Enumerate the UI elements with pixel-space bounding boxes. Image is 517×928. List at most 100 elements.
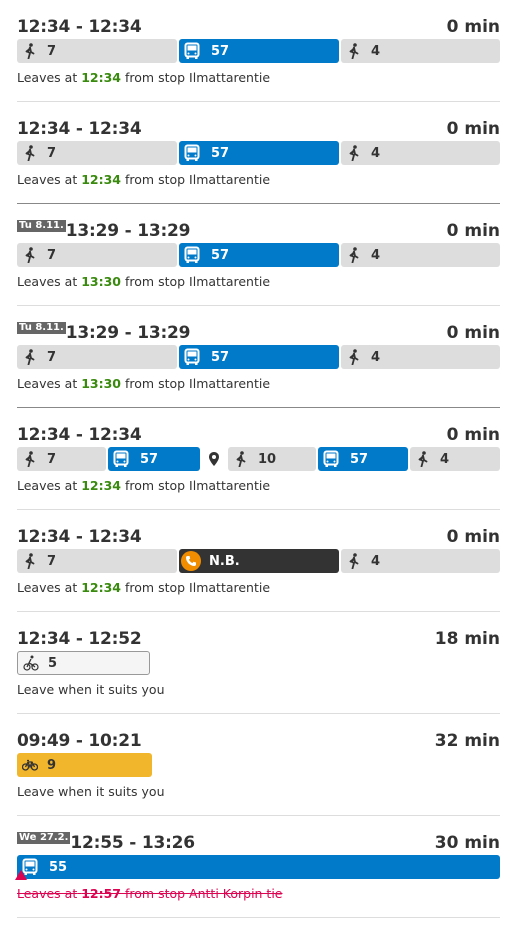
leg-walk: 7 (17, 447, 106, 471)
leg-label: 7 (47, 553, 57, 569)
departure-info-cancelled: Leaves at 12:57 from stop Antti Korpin t… (17, 886, 283, 901)
walk-icon (19, 549, 41, 573)
leg-citybike: 9 (17, 753, 152, 777)
walk-icon (343, 141, 365, 165)
legs-bar: 7 57 4 (17, 39, 500, 63)
departure-info: Leave when it suits you (17, 784, 165, 799)
legs-bar: 55 (17, 855, 500, 879)
duration: 0 min (446, 527, 500, 547)
time-range: 13:29 - 13:29 (65, 221, 191, 241)
leg-label: 7 (47, 349, 57, 365)
leg-label: 57 (211, 349, 230, 365)
duration: 0 min (446, 323, 500, 343)
leg-bus: 57 (179, 243, 339, 267)
leg-label: 57 (211, 247, 230, 263)
leg-walk: 4 (410, 447, 500, 471)
itinerary-summary[interactable]: 12:34 - 12:34 0 min 7 57 10 57 4 Leaves … (17, 408, 500, 510)
legs-bar: 7 57 4 (17, 243, 500, 267)
leg-bicycle: 5 (17, 651, 150, 675)
walk-icon (19, 141, 41, 165)
leg-label: 7 (47, 451, 57, 467)
itinerary-summary[interactable]: 12:34 - 12:52 18 min 5 Leave when it sui… (17, 612, 500, 714)
bus-icon (181, 243, 203, 267)
phone-icon (181, 551, 201, 571)
leg-label: 10 (258, 451, 277, 467)
walk-icon (343, 39, 365, 63)
duration: 32 min (434, 731, 500, 751)
stop-name: Ilmattarentie (189, 70, 271, 85)
duration: 18 min (434, 629, 500, 649)
itinerary-summary[interactable]: Tu 8.11. 13:29 - 13:29 0 min 7 57 4 Leav… (17, 204, 500, 306)
bus-icon (320, 447, 342, 471)
bus-icon (181, 141, 203, 165)
itinerary-summary[interactable]: 12:34 - 12:34 0 min 7 N.B. 4 Leaves at 1… (17, 510, 500, 612)
leg-label: 7 (47, 247, 57, 263)
itinerary-list: 12:34 - 12:34 0 min 7 57 4 Leaves at 12:… (0, 0, 517, 918)
itinerary-summary[interactable]: 09:49 - 10:21 32 min 9 Leave when it sui… (17, 714, 500, 816)
location-pin-icon (202, 447, 226, 471)
leg-label: 57 (211, 43, 230, 59)
leg-bus: 55 (17, 855, 500, 879)
legs-bar: 7 57 4 (17, 141, 500, 165)
time-range: 13:29 - 13:29 (65, 323, 191, 343)
leg-walk: 4 (341, 141, 500, 165)
day-badge: Tu 8.11. (17, 220, 66, 232)
leg-walk: 4 (341, 39, 500, 63)
stop-name: Antti Korpin tie (189, 886, 283, 901)
day-badge: We 27.2. (17, 832, 71, 844)
walk-icon (343, 345, 365, 369)
departure-info: Leaves at 12:34 from stop Ilmattarentie (17, 70, 271, 85)
itinerary-summary[interactable]: We 27.2. 12:55 - 13:26 30 min 55 Leaves … (15, 816, 500, 918)
stop-name: Ilmattarentie (189, 478, 271, 493)
itinerary-summary[interactable]: 12:34 - 12:34 0 min 7 57 4 Leaves at 12:… (17, 102, 500, 204)
leg-walk: 4 (341, 243, 500, 267)
citybike-icon (19, 753, 41, 777)
walk-icon (343, 243, 365, 267)
leg-label: 5 (48, 655, 58, 671)
legs-bar: 7 57 10 57 4 (17, 447, 500, 471)
departure-time: 12:34 (81, 580, 122, 595)
legs-bar: 7 N.B. 4 (17, 549, 500, 573)
time-range: 12:34 - 12:34 (17, 119, 142, 139)
stop-name: Ilmattarentie (189, 172, 271, 187)
leg-walk: 7 (17, 549, 177, 573)
leg-label: 4 (371, 553, 381, 569)
duration: 0 min (446, 221, 500, 241)
cancellation-warning-icon (15, 870, 27, 880)
time-range: 09:49 - 10:21 (17, 731, 142, 751)
walk-icon (19, 447, 41, 471)
itinerary-summary[interactable]: Tu 8.11. 13:29 - 13:29 0 min 7 57 4 Leav… (17, 306, 500, 408)
bicycle-icon (20, 651, 42, 675)
leg-label: 57 (140, 451, 159, 467)
day-badge: Tu 8.11. (17, 322, 66, 334)
departure-time: 13:30 (81, 274, 122, 289)
itinerary-summary[interactable]: 12:34 - 12:34 0 min 7 57 4 Leaves at 12:… (17, 0, 500, 102)
departure-time: 12:34 (81, 70, 122, 85)
legs-bar: 9 (17, 753, 500, 777)
bus-icon (181, 345, 203, 369)
departure-info: Leaves at 13:30 from stop Ilmattarentie (17, 274, 271, 289)
departure-info: Leaves at 13:30 from stop Ilmattarentie (17, 376, 271, 391)
duration: 0 min (446, 425, 500, 445)
leg-label: 55 (49, 859, 68, 875)
leg-label: 57 (350, 451, 369, 467)
leg-bus: 57 (108, 447, 200, 471)
time-range: 12:34 - 12:34 (17, 17, 142, 37)
departure-time: 12:57 (81, 886, 122, 901)
stop-name: Ilmattarentie (189, 580, 271, 595)
walk-icon (230, 447, 252, 471)
departure-info: Leaves at 12:34 from stop Ilmattarentie (17, 478, 271, 493)
departure-info: Leave when it suits you (17, 682, 165, 697)
bus-icon (110, 447, 132, 471)
duration: 0 min (446, 17, 500, 37)
leg-label: 9 (47, 757, 57, 773)
leg-walk: 4 (341, 549, 500, 573)
duration: 30 min (434, 833, 500, 853)
stop-name: Ilmattarentie (189, 376, 271, 391)
leg-call-bus: N.B. (179, 549, 339, 573)
leg-walk: 7 (17, 345, 177, 369)
leg-label: 4 (371, 349, 381, 365)
leg-walk: 7 (17, 243, 177, 267)
walk-icon (343, 549, 365, 573)
departure-info: Leaves at 12:34 from stop Ilmattarentie (17, 580, 271, 595)
